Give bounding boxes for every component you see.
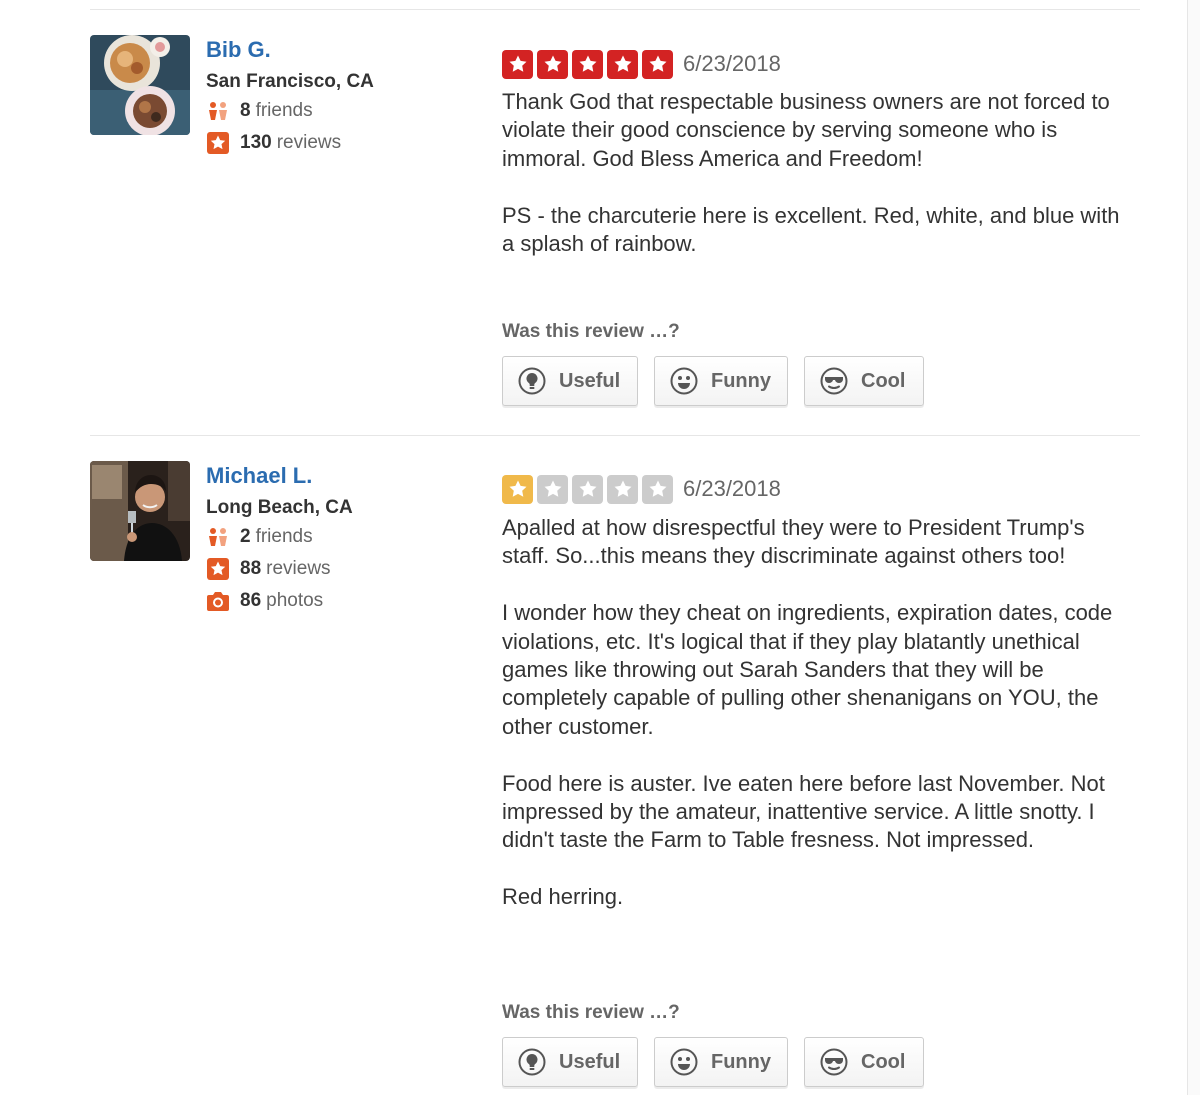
review-paragraph: Thank God that respectable business owne… — [502, 89, 1110, 171]
friends-number: 2 — [240, 526, 251, 547]
user-name-link[interactable]: Michael L. — [206, 461, 312, 491]
useful-label: Useful — [559, 369, 621, 392]
sunglasses-icon — [819, 366, 849, 396]
friends-count: 2 friends — [206, 524, 313, 550]
review-text: Apalled at how disrespectful they were t… — [502, 514, 1132, 912]
cool-label: Cool — [861, 369, 906, 392]
review-paragraph: PS - the charcuterie here is excellent. … — [502, 202, 1120, 257]
avatar[interactable] — [90, 35, 190, 135]
review-date: 6/23/2018 — [683, 51, 781, 76]
friends-label: friends — [255, 100, 313, 121]
page-right-gutter — [1188, 0, 1200, 1095]
lightbulb-icon — [517, 366, 547, 396]
photos-number: 86 — [240, 590, 262, 611]
useful-button[interactable]: Useful — [502, 1037, 638, 1087]
review-item: Bib G. San Francisco, CA 8 friends 130 r… — [90, 35, 1140, 415]
star-icon — [537, 49, 568, 79]
friends-label: friends — [255, 526, 313, 547]
review-text: Thank God that respectable business owne… — [502, 88, 1132, 258]
avatar[interactable] — [90, 461, 190, 561]
star-icon — [572, 474, 603, 504]
star-icon — [572, 49, 603, 79]
review-paragraph: Red herring. — [502, 884, 624, 910]
star-rating: 6/23/2018 — [502, 474, 781, 504]
star-icon — [642, 49, 673, 79]
vote-prompt: Was this review …? — [502, 321, 680, 342]
friends-count: 8 friends — [206, 98, 313, 124]
reviews-label: reviews — [266, 558, 331, 579]
star-icon — [607, 474, 638, 504]
review-item: Michael L. Long Beach, CA 2 friends 88 r… — [90, 461, 1140, 1095]
smiley-icon — [669, 366, 699, 396]
reviews-count: 130 reviews — [206, 130, 341, 156]
reviews-label: reviews — [276, 132, 342, 153]
review-star-icon — [206, 557, 230, 581]
review-divider — [90, 9, 1140, 10]
useful-label: Useful — [559, 1050, 621, 1073]
star-rating: 6/23/2018 — [502, 49, 781, 79]
review-divider — [90, 435, 1140, 436]
cool-button[interactable]: Cool — [804, 1037, 924, 1087]
star-icon — [537, 474, 568, 504]
funny-label: Funny — [711, 1050, 771, 1073]
cool-label: Cool — [861, 1050, 906, 1073]
friends-number: 8 — [240, 100, 251, 121]
review-star-icon — [206, 131, 230, 155]
reviews-number: 130 — [240, 132, 272, 153]
vote-prompt: Was this review …? — [502, 1002, 680, 1023]
photos-count: 86 photos — [206, 588, 323, 614]
camera-icon — [206, 589, 230, 613]
star-icon — [502, 49, 533, 79]
review-paragraph: Apalled at how disrespectful they were t… — [502, 515, 1085, 569]
star-icon — [607, 49, 638, 79]
review-date: 6/23/2018 — [683, 476, 781, 501]
photos-label: photos — [266, 590, 324, 611]
sunglasses-icon — [819, 1047, 849, 1077]
user-location: Long Beach, CA — [206, 497, 353, 518]
friends-icon — [206, 99, 230, 123]
friends-icon — [206, 525, 230, 549]
user-name-link[interactable]: Bib G. — [206, 35, 271, 65]
useful-button[interactable]: Useful — [502, 356, 638, 406]
star-icon — [502, 474, 533, 504]
funny-button[interactable]: Funny — [654, 1037, 788, 1087]
user-location: San Francisco, CA — [206, 71, 374, 92]
funny-button[interactable]: Funny — [654, 356, 788, 406]
review-paragraph: Food here is auster. Ive eaten here befo… — [502, 770, 1105, 853]
reviews-number: 88 — [240, 558, 262, 579]
smiley-icon — [669, 1047, 699, 1077]
star-icon — [642, 474, 673, 504]
cool-button[interactable]: Cool — [804, 356, 924, 406]
lightbulb-icon — [517, 1047, 547, 1077]
funny-label: Funny — [711, 369, 771, 392]
review-paragraph: I wonder how they cheat on ingredients, … — [502, 600, 1113, 739]
reviews-count: 88 reviews — [206, 556, 331, 582]
